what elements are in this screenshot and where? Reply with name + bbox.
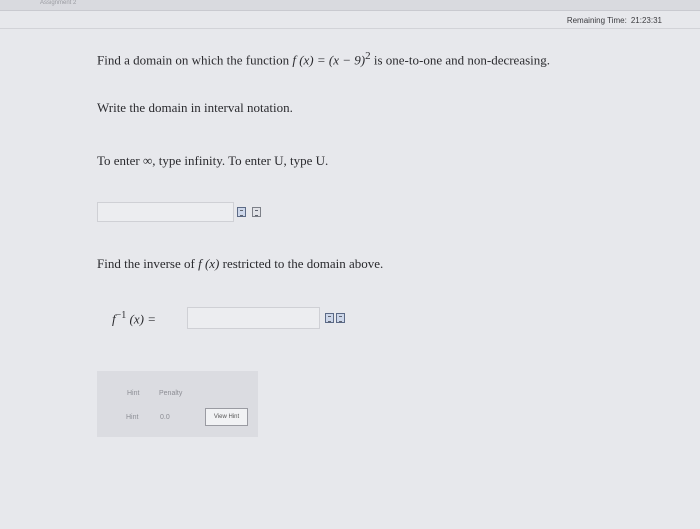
hint-row-label: Hint [126, 414, 139, 421]
question1-instruction: Write the domain in interval notation. [97, 100, 293, 115]
question1-prompt: Find a domain on which the function f (x… [97, 50, 551, 68]
top-strip: Assignment 2 [0, 0, 700, 11]
equation-editor-icon[interactable] [325, 313, 334, 323]
infinity-symbol: ∞ [143, 153, 153, 168]
question2-prompt: Find the inverse of f (x) restricted to … [97, 256, 384, 271]
assignment-tab[interactable]: Assignment 2 [40, 0, 76, 6]
question1-enter-hint: To enter ∞, type infinity. To enter U, t… [97, 153, 329, 168]
domain-answer-input[interactable] [97, 202, 234, 222]
hint-panel: Hint Penalty Hint 0.0 View Hint [97, 371, 258, 437]
hint-column-header: Hint [127, 390, 140, 397]
preview-icon[interactable] [252, 207, 261, 217]
penalty-column-header: Penalty [159, 390, 183, 397]
function-lhs: f (x) = [292, 52, 329, 68]
preview-icon[interactable] [336, 313, 345, 323]
inverse-label: f−1 (x) = [112, 310, 156, 327]
equation-editor-icon[interactable] [237, 207, 246, 217]
remaining-time: Remaining Time: 21:23:31 [567, 16, 662, 25]
inverse-answer-input[interactable] [187, 307, 320, 329]
remaining-time-value: 21:23:31 [630, 16, 662, 25]
remaining-time-label: Remaining Time: [566, 16, 627, 25]
view-hint-button[interactable]: View Hint [205, 408, 248, 426]
function-rhs: (x − 9) [328, 52, 366, 68]
hint-row-penalty: 0.0 [160, 414, 170, 421]
union-symbol: U [274, 153, 284, 168]
header-divider [0, 28, 700, 29]
function-ref: f (x) [198, 256, 220, 271]
